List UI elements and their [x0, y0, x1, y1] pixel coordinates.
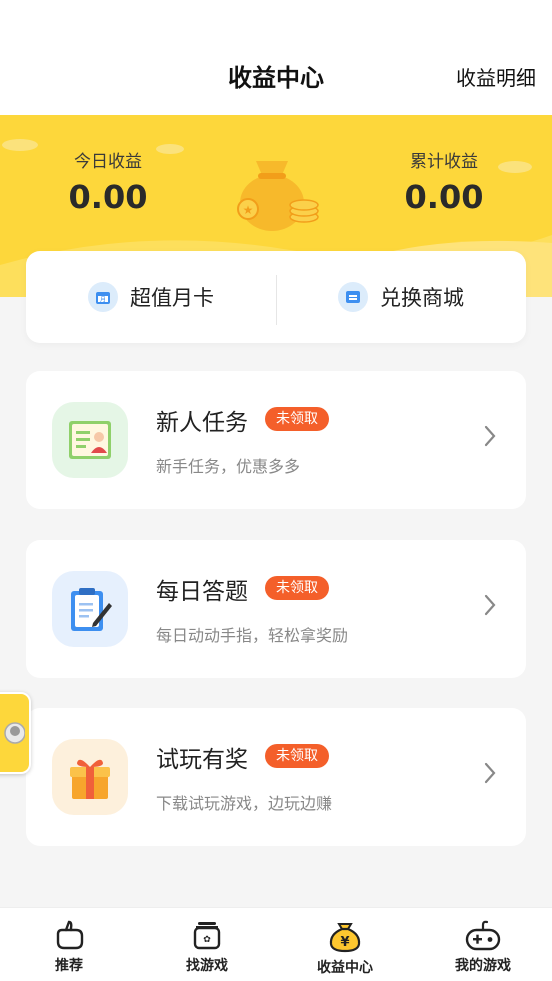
tab-label: 找游戏: [186, 958, 228, 974]
find-game-icon: ✿: [193, 922, 221, 950]
tab-earnings-center[interactable]: ¥ 收益中心: [276, 908, 414, 981]
task-card-daily-quiz[interactable]: 每日答题 未领取 每日动动手指，轻松拿奖励: [26, 540, 526, 678]
chevron-right-icon: [484, 425, 496, 447]
gamepad-icon: [465, 920, 501, 951]
task-card-trial-reward[interactable]: 试玩有奖 未领取 下载试玩游戏，边玩边赚: [26, 708, 526, 846]
task-card-newbie[interactable]: 新人任务 未领取 新手任务，优惠多多: [26, 371, 526, 509]
money-bag-icon: ★: [237, 161, 319, 231]
tab-recommend[interactable]: 推荐: [0, 908, 138, 981]
tab-my-games[interactable]: 我的游戏: [414, 908, 552, 981]
unclaimed-badge: 未领取: [265, 744, 329, 768]
svg-text:✿: ✿: [203, 935, 211, 945]
svg-text:¥: ¥: [340, 935, 349, 950]
today-earnings: 今日收益 0.00: [18, 147, 198, 216]
today-earnings-value: 0.00: [68, 178, 148, 216]
svg-text:月: 月: [100, 297, 106, 304]
tab-label: 收益中心: [317, 960, 373, 976]
calendar-icon: 月: [88, 282, 118, 312]
chevron-right-icon: [484, 762, 496, 784]
money-bag-icon: ¥: [329, 923, 361, 953]
chevron-right-icon: [484, 594, 496, 616]
quick-actions-card: 月 超值月卡 兑换商城: [26, 251, 526, 343]
exchange-mall-button[interactable]: 兑换商城: [276, 251, 526, 343]
task-icon-bg: [52, 739, 128, 815]
earnings-detail-link[interactable]: 收益明细: [456, 62, 536, 91]
tab-label: 我的游戏: [455, 958, 511, 974]
floating-assistant-handle[interactable]: [0, 692, 31, 774]
svg-text:★: ★: [243, 203, 254, 217]
tab-label: 推荐: [55, 958, 83, 974]
task-title: 新人任务: [156, 410, 248, 436]
shop-icon: [338, 282, 368, 312]
bottom-tab-bar: 推荐 ✿ 找游戏 ¥ 收益中心 我的游戏: [0, 907, 552, 981]
total-earnings-label: 累计收益: [410, 152, 478, 172]
gift-icon: [70, 759, 110, 799]
today-earnings-label: 今日收益: [74, 152, 142, 172]
monthly-card-label: 超值月卡: [130, 286, 214, 310]
task-subtitle: 新手任务，优惠多多: [156, 457, 301, 476]
task-icon-bg: [52, 571, 128, 647]
task-subtitle: 每日动动手指，轻松拿奖励: [156, 626, 349, 645]
monthly-card-button[interactable]: 月 超值月卡: [26, 251, 276, 343]
clipboard-icon: [71, 588, 112, 631]
task-subtitle: 下载试玩游戏，边玩边赚: [156, 794, 333, 813]
tab-find-game[interactable]: ✿ 找游戏: [138, 908, 276, 981]
task-title: 每日答题: [156, 579, 248, 605]
top-header: 收益中心 收益明细: [0, 0, 552, 115]
task-title: 试玩有奖: [156, 747, 248, 773]
id-card-icon: [69, 421, 111, 459]
task-icon-bg: [52, 402, 128, 478]
exchange-mall-label: 兑换商城: [380, 286, 464, 310]
recommend-icon: [56, 920, 84, 950]
assistant-avatar-icon: [4, 722, 25, 744]
total-earnings: 累计收益 0.00: [354, 147, 534, 216]
unclaimed-badge: 未领取: [265, 407, 329, 431]
unclaimed-badge: 未领取: [265, 576, 329, 600]
total-earnings-value: 0.00: [404, 178, 484, 216]
